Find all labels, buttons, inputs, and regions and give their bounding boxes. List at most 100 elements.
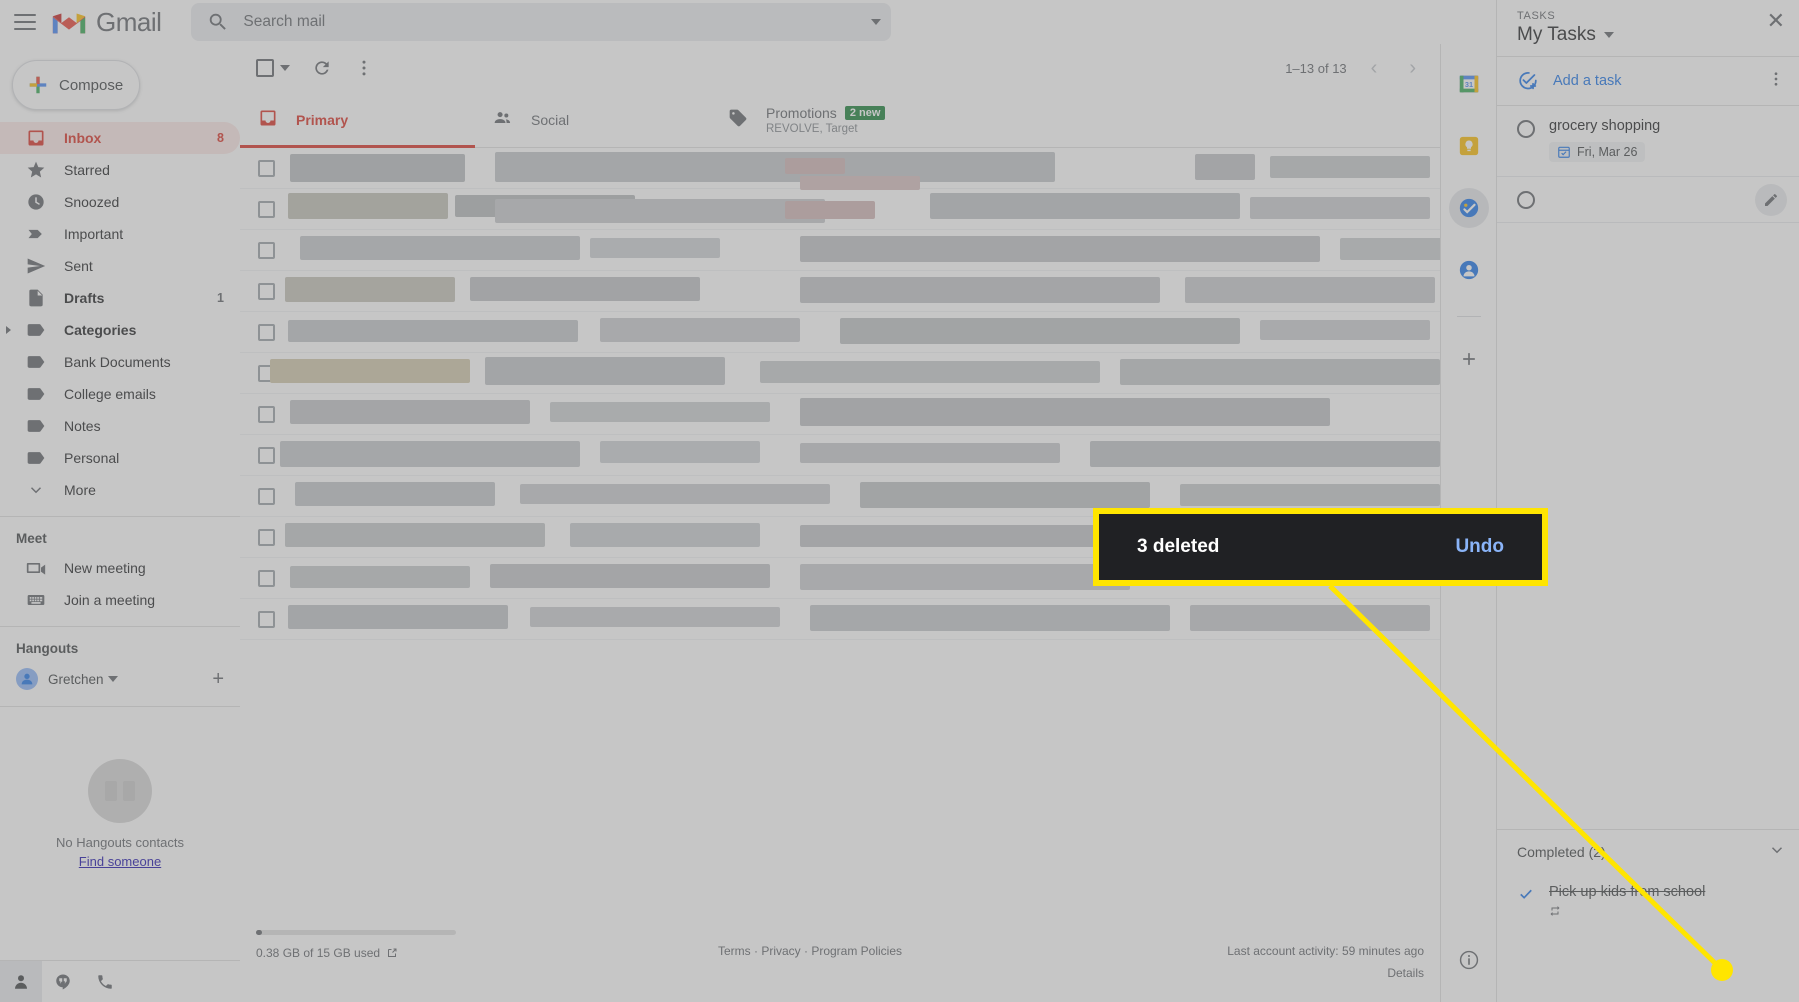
hangouts-icon[interactable]	[42, 961, 84, 1002]
search-bar[interactable]	[191, 3, 892, 41]
find-someone-link[interactable]: Find someone	[79, 854, 161, 869]
mail-row-checkbox[interactable]	[258, 241, 275, 259]
rail-calendar-button[interactable]: 31	[1449, 64, 1489, 104]
mail-row[interactable]	[240, 189, 1440, 230]
sidebar-item-label: Personal	[64, 450, 120, 466]
task-item-empty[interactable]	[1497, 177, 1799, 223]
sidebar-item-bank-documents[interactable]: Bank Documents	[0, 346, 240, 378]
rail-keep-button[interactable]	[1449, 126, 1489, 166]
redacted-content	[1120, 359, 1440, 385]
mail-row-checkbox[interactable]	[258, 487, 275, 505]
search-options-icon[interactable]	[871, 19, 882, 25]
mail-row[interactable]	[240, 394, 1440, 435]
sidebar-item-more[interactable]: More	[0, 474, 240, 506]
redacted-content	[600, 318, 800, 342]
task-item[interactable]: grocery shopping Fri, Mar 26	[1497, 106, 1799, 177]
sidebar-item-drafts[interactable]: Drafts 1	[0, 282, 240, 314]
important-icon	[26, 224, 46, 244]
gmail-logo[interactable]: Gmail	[50, 7, 162, 38]
activity-details-link[interactable]: Details	[1164, 966, 1424, 980]
mail-row-checkbox[interactable]	[258, 159, 275, 177]
draft-icon	[26, 288, 46, 308]
repeat-icon	[1549, 905, 1705, 920]
kebab-menu-icon[interactable]	[354, 58, 374, 78]
mail-row[interactable]	[240, 599, 1440, 640]
hangouts-add-icon[interactable]: +	[212, 669, 224, 689]
tab-promotions[interactable]: Promotions 2 new REVOLVE, Target	[710, 92, 945, 147]
person-icon[interactable]	[0, 960, 42, 1002]
mail-row-checkbox[interactable]	[258, 405, 275, 423]
redacted-content	[1180, 484, 1440, 506]
mail-row[interactable]	[240, 230, 1450, 271]
sidebar-item-join-meeting[interactable]: Join a meeting	[0, 584, 240, 616]
mail-footer: 0.38 GB of 15 GB used Terms · Privacy · …	[240, 930, 1440, 1002]
circle-icon[interactable]	[1517, 191, 1535, 209]
tasks-list-selector[interactable]: My Tasks	[1517, 24, 1785, 46]
chevron-down-icon	[26, 480, 46, 500]
sidebar-item-inbox[interactable]: Inbox 8	[0, 122, 240, 154]
completed-header[interactable]: Completed (2)	[1497, 829, 1799, 873]
rail-add-button[interactable]	[1449, 339, 1489, 379]
tab-social[interactable]: Social	[475, 92, 710, 147]
mail-row-checkbox[interactable]	[258, 200, 275, 218]
tab-primary[interactable]: Primary	[240, 92, 475, 148]
search-input[interactable]	[243, 13, 872, 31]
mail-row[interactable]	[240, 435, 1440, 476]
completed-task-item[interactable]: Pick up kids from school	[1497, 873, 1799, 930]
sidebar-item-notes[interactable]: Notes	[0, 410, 240, 442]
compose-button[interactable]: Compose	[12, 60, 140, 110]
tab-label: Social	[531, 111, 570, 128]
hamburger-icon[interactable]	[14, 14, 36, 30]
mail-row-checkbox[interactable]	[258, 569, 275, 587]
mail-row-checkbox[interactable]	[258, 610, 275, 628]
mail-toolbar: 1–13 of 13 ‹ ›	[240, 44, 1440, 92]
redacted-content	[800, 236, 1320, 262]
sidebar-item-label: Join a meeting	[64, 592, 156, 608]
sidebar-item-personal[interactable]: Personal	[0, 442, 240, 474]
callout-undo-button[interactable]: Undo	[1455, 536, 1504, 558]
hangouts-placeholder-icon	[88, 759, 152, 823]
clock-icon	[26, 192, 46, 212]
rail-info-button[interactable]	[1449, 940, 1489, 980]
mail-row[interactable]	[240, 353, 1440, 394]
close-icon[interactable]: ✕	[1767, 10, 1785, 32]
sidebar-item-new-meeting[interactable]: New meeting	[0, 552, 240, 584]
tab-subtitle: REVOLVE, Target	[766, 122, 858, 135]
sidebar-item-label: College emails	[64, 386, 156, 402]
redacted-content	[530, 607, 780, 627]
task-date-chip[interactable]: Fri, Mar 26	[1549, 142, 1646, 162]
circle-icon[interactable]	[1517, 120, 1535, 138]
rail-tasks-button[interactable]	[1448, 188, 1489, 228]
refresh-icon[interactable]	[312, 58, 332, 78]
tasks-menu-icon[interactable]	[1767, 70, 1785, 93]
add-task-icon	[1519, 72, 1537, 90]
mail-row[interactable]	[240, 312, 1440, 353]
phone-icon[interactable]	[84, 961, 126, 1002]
mail-row[interactable]	[240, 271, 1440, 312]
next-page-button[interactable]: ›	[1401, 57, 1424, 80]
mail-row[interactable]	[240, 148, 1440, 190]
mail-row-checkbox[interactable]	[258, 282, 275, 300]
sidebar-item-college-emails[interactable]: College emails	[0, 378, 240, 410]
check-icon[interactable]	[1517, 885, 1535, 920]
terms-links[interactable]: Terms · Privacy · Program Policies	[718, 944, 902, 958]
rail-contacts-button[interactable]	[1449, 250, 1489, 290]
sidebar-item-sent[interactable]: Sent	[0, 250, 240, 282]
sidebar-item-categories[interactable]: Categories	[0, 314, 240, 346]
sidebar-item-starred[interactable]: Starred	[0, 154, 240, 186]
mail-row-checkbox[interactable]	[258, 446, 275, 464]
pencil-icon[interactable]	[1755, 183, 1787, 216]
sidebar-item-snoozed[interactable]: Snoozed	[0, 186, 240, 218]
sidebar-item-important[interactable]: Important	[0, 218, 240, 250]
external-link-icon[interactable]	[386, 947, 398, 959]
add-task-button[interactable]: Add a task	[1497, 57, 1799, 105]
hangouts-user-row[interactable]: Gretchen +	[0, 662, 240, 696]
chevron-down-icon[interactable]	[1768, 841, 1786, 862]
expand-arrow-icon[interactable]	[6, 326, 11, 334]
select-all-checkbox[interactable]	[256, 59, 274, 77]
mail-row-checkbox[interactable]	[258, 528, 275, 546]
select-dropdown-icon[interactable]	[280, 65, 290, 71]
prev-page-button[interactable]: ‹	[1363, 57, 1386, 80]
mail-row-checkbox[interactable]	[258, 323, 275, 341]
chevron-down-icon[interactable]	[107, 676, 118, 682]
